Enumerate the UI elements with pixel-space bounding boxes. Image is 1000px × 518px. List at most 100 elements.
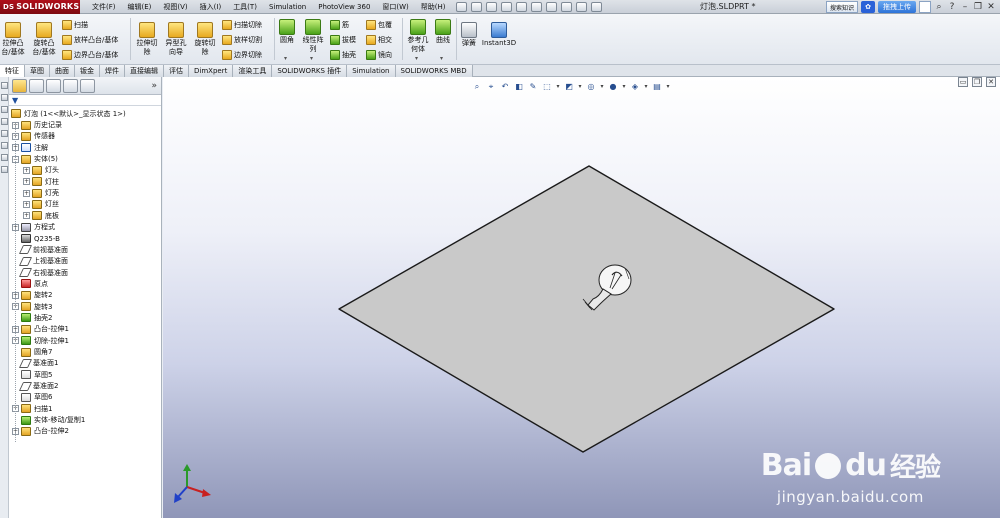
- hole-wizard-button[interactable]: 异型孔 向导: [163, 22, 189, 57]
- menu-view[interactable]: 视图(V): [157, 2, 193, 12]
- options-icon[interactable]: [590, 1, 602, 12]
- tab-direct-editing[interactable]: 直接编辑: [125, 65, 164, 77]
- reference-geometry-dropdown-icon[interactable]: ▾: [415, 55, 418, 62]
- rebuild-icon[interactable]: [560, 1, 572, 12]
- tree-item[interactable]: − 实体(5): [12, 154, 58, 165]
- pin-icon[interactable]: [455, 1, 467, 12]
- drag-upload-button[interactable]: 拖拽上传: [878, 1, 916, 13]
- tree-item[interactable]: 右视基准面: [12, 267, 68, 278]
- tree-item[interactable]: 前视基准面: [12, 244, 68, 255]
- expand-toggle-icon[interactable]: +: [23, 189, 30, 197]
- menu-window[interactable]: 窗口(W): [376, 2, 414, 12]
- strip-tool-icon[interactable]: [1, 142, 8, 149]
- menu-tools[interactable]: 工具(T): [227, 2, 263, 12]
- tree-item[interactable]: + 传感器: [12, 131, 55, 142]
- tree-item[interactable]: 上视基准面: [12, 256, 68, 267]
- tab-addins[interactable]: SOLIDWORKS 插件: [272, 65, 348, 77]
- display-manager-tab-icon[interactable]: [80, 78, 95, 93]
- minimize-icon[interactable]: –: [960, 2, 970, 12]
- restore-icon[interactable]: ❐: [973, 2, 983, 12]
- tab-features[interactable]: 特征: [0, 65, 25, 77]
- fillet-button[interactable]: 圆角: [277, 19, 297, 45]
- spring-button[interactable]: 弹簧: [459, 22, 479, 48]
- strip-tool-icon[interactable]: [1, 106, 8, 113]
- strip-tool-icon[interactable]: [1, 166, 8, 173]
- expand-toggle-icon[interactable]: +: [23, 166, 30, 174]
- dimxpert-manager-tab-icon[interactable]: [63, 78, 78, 93]
- tree-item[interactable]: Q235-B: [12, 233, 60, 244]
- tree-item[interactable]: + 凸台-拉伸2: [12, 426, 69, 437]
- strip-tool-icon[interactable]: [1, 94, 8, 101]
- configuration-manager-tab-icon[interactable]: [46, 78, 61, 93]
- tab-sheet-metal[interactable]: 钣金: [75, 65, 100, 77]
- swept-cut-button[interactable]: 扫描切除: [222, 19, 262, 30]
- lofted-cut-button[interactable]: 放样切割: [222, 34, 262, 45]
- expand-toggle-icon[interactable]: +: [23, 178, 30, 186]
- strip-tool-icon[interactable]: [1, 130, 8, 137]
- open-folder-icon[interactable]: [485, 1, 497, 12]
- tree-child-item[interactable]: + 底板: [23, 210, 59, 221]
- expand-toggle-icon[interactable]: +: [23, 212, 30, 220]
- undo-icon[interactable]: [530, 1, 542, 12]
- tree-item[interactable]: 抽壳2: [12, 312, 52, 323]
- menu-simulation[interactable]: Simulation: [263, 3, 312, 11]
- reference-geometry-button[interactable]: 参考几 何体: [405, 19, 431, 54]
- property-manager-tab-icon[interactable]: [29, 78, 44, 93]
- baidu-icon[interactable]: ✿: [861, 1, 875, 13]
- menu-edit[interactable]: 编辑(E): [122, 2, 158, 12]
- revolve-cut-button[interactable]: 旋转切 除: [192, 22, 218, 57]
- extrude-cut-button[interactable]: 拉伸切 除: [134, 22, 160, 57]
- expand-toggle-icon[interactable]: +: [23, 200, 30, 208]
- strip-tool-icon[interactable]: [1, 118, 8, 125]
- boundary-cut-button[interactable]: 边界切除: [222, 49, 262, 60]
- tree-item[interactable]: 基准面1: [12, 358, 58, 369]
- menu-photoview[interactable]: PhotoView 360: [312, 3, 376, 11]
- wrap-button[interactable]: 包覆: [366, 19, 392, 30]
- linear-pattern-button[interactable]: 线性阵 列: [300, 19, 326, 54]
- tree-item[interactable]: + 方程式: [12, 222, 55, 233]
- tree-item[interactable]: 圆角7: [12, 347, 52, 358]
- base-plate-body[interactable]: [338, 165, 835, 453]
- tree-item[interactable]: 草图6: [12, 392, 52, 403]
- instant3d-button[interactable]: Instant3D: [482, 22, 516, 48]
- menu-help[interactable]: 帮助(H): [415, 2, 452, 12]
- tree-item[interactable]: 基准面2: [12, 381, 58, 392]
- draft-button[interactable]: 拔模: [330, 34, 356, 45]
- save-icon[interactable]: [500, 1, 512, 12]
- tree-item[interactable]: 草图5: [12, 369, 52, 380]
- tree-root[interactable]: 灯泡 (1<<默认>_显示状态 1>): [11, 108, 126, 119]
- tab-sketch[interactable]: 草图: [25, 65, 50, 77]
- menu-insert[interactable]: 插入(I): [194, 2, 228, 12]
- print-icon[interactable]: [515, 1, 527, 12]
- tree-child-item[interactable]: + 灯丝: [23, 199, 59, 210]
- boundary-boss-button[interactable]: 边界凸台/基体: [62, 49, 118, 60]
- graphics-area[interactable]: ⌕ ⌖ ↶ ◧ ✎ ⬚ ▾ ◩ ▾ ◎ ▾ ● ▾ ◈ ▾ ▤ ▾ ▭ ❐ ✕: [163, 77, 1000, 518]
- tree-item[interactable]: 实体-移动/复制1: [12, 415, 85, 426]
- solidworks-logo[interactable]: DS SOLIDWORKS: [0, 0, 80, 14]
- tree-item[interactable]: + 切除-拉伸1: [12, 335, 69, 346]
- tab-dimxpert[interactable]: DimXpert: [189, 65, 234, 77]
- mirror-button[interactable]: 镜向: [366, 49, 392, 60]
- rib-button[interactable]: 筋: [330, 19, 349, 30]
- tab-simulation[interactable]: Simulation: [347, 65, 396, 77]
- tree-child-item[interactable]: + 灯壳: [23, 188, 59, 199]
- menu-file[interactable]: 文件(F): [86, 2, 122, 12]
- fillet-dropdown-icon[interactable]: ▾: [284, 55, 287, 62]
- linear-pattern-dropdown-icon[interactable]: ▾: [310, 55, 313, 62]
- tab-evaluate[interactable]: 评估: [164, 65, 189, 77]
- extrude-boss-button[interactable]: 拉伸凸 台/基体: [0, 22, 26, 57]
- tree-item[interactable]: + 扫描1: [12, 403, 52, 414]
- tree-item[interactable]: 原点: [12, 278, 48, 289]
- tree-child-item[interactable]: + 灯柱: [23, 176, 59, 187]
- tree-item[interactable]: + 注解: [12, 142, 48, 153]
- tab-render-tools[interactable]: 渲染工具: [233, 65, 273, 77]
- tab-weldments[interactable]: 焊件: [100, 65, 125, 77]
- new-document-icon[interactable]: [470, 1, 482, 12]
- tree-item[interactable]: + 凸台-拉伸1: [12, 324, 69, 335]
- curves-dropdown-icon[interactable]: ▾: [440, 55, 443, 62]
- search-icon[interactable]: ⌕: [934, 2, 944, 12]
- close-icon[interactable]: ✕: [986, 2, 996, 12]
- file-properties-icon[interactable]: [575, 1, 587, 12]
- search-input[interactable]: [919, 1, 931, 13]
- tree-item[interactable]: + 旋转3: [12, 301, 52, 312]
